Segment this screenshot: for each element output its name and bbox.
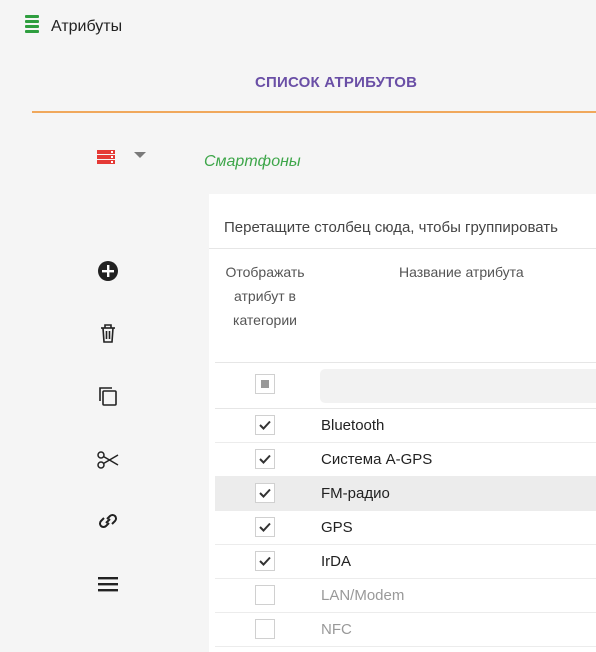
attribute-name: GPS: [321, 519, 353, 536]
table-row[interactable]: LAN/Modem: [215, 579, 596, 613]
display-checkbox[interactable]: [255, 517, 275, 537]
tab-attribute-list[interactable]: СПИСОК АТРИБУТОВ: [255, 74, 417, 91]
chevron-down-icon[interactable]: [134, 152, 146, 158]
add-circle-icon[interactable]: [96, 259, 120, 283]
table-row[interactable]: Bluetooth: [215, 409, 596, 443]
table-row[interactable]: GPS: [215, 511, 596, 545]
attributes-grid: Перетащите столбец сюда, чтобы группиров…: [209, 194, 596, 652]
divider: [209, 248, 596, 249]
list-icon: [25, 15, 39, 37]
column-header-display[interactable]: Отображать атрибут в категории: [209, 260, 321, 332]
attribute-name: Bluetooth: [321, 417, 385, 434]
divider: [215, 362, 596, 363]
filter-checkbox[interactable]: [255, 374, 275, 394]
attribute-name: IrDA: [321, 553, 351, 570]
display-checkbox[interactable]: [255, 585, 275, 605]
category-picker[interactable]: [97, 150, 157, 170]
name-filter-input[interactable]: [320, 369, 596, 403]
copy-icon[interactable]: [96, 384, 120, 408]
tab-underline: [32, 111, 596, 113]
table-row[interactable]: Система A-GPS: [215, 443, 596, 477]
menu-icon[interactable]: [96, 572, 120, 596]
category-name: Смартфоны: [204, 153, 301, 170]
attribute-name: Система A-GPS: [321, 451, 433, 468]
display-checkbox[interactable]: [255, 483, 275, 503]
group-by-drop-zone[interactable]: Перетащите столбец сюда, чтобы группиров…: [224, 219, 558, 236]
column-header-name[interactable]: Название атрибута: [399, 260, 524, 284]
database-icon: [97, 150, 115, 168]
attribute-name: NFC: [321, 621, 352, 638]
table-row[interactable]: IrDA: [215, 545, 596, 579]
attribute-name: FM-радио: [321, 485, 390, 502]
table-row[interactable]: FM-радио: [215, 477, 596, 511]
attribute-name: LAN/Modem: [321, 587, 405, 604]
display-checkbox[interactable]: [255, 619, 275, 639]
table-row[interactable]: NFC: [215, 613, 596, 647]
trash-icon[interactable]: [96, 321, 120, 345]
window-title: Атрибуты: [51, 18, 123, 35]
display-checkbox[interactable]: [255, 415, 275, 435]
display-checkbox[interactable]: [255, 449, 275, 469]
title-bar: Атрибуты: [0, 0, 596, 56]
display-checkbox[interactable]: [255, 551, 275, 571]
link-icon[interactable]: [96, 509, 120, 533]
scissors-icon[interactable]: [96, 448, 120, 472]
